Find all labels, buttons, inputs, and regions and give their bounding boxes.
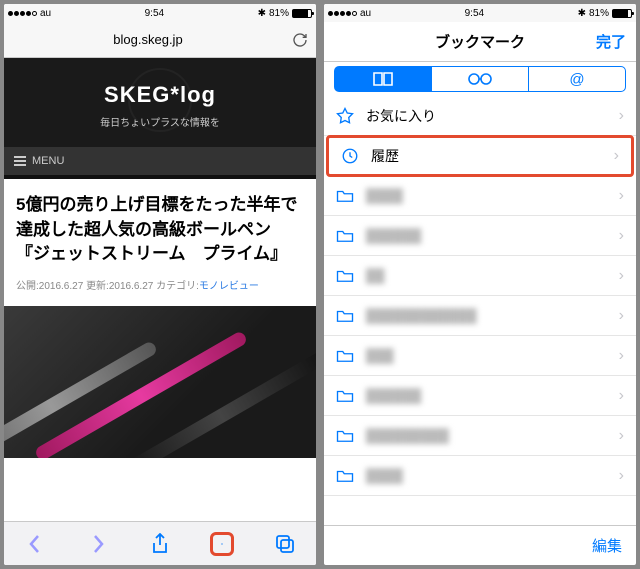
edit-button[interactable]: 編集 <box>592 535 622 556</box>
carrier-label: au <box>360 8 371 19</box>
carrier-label: au <box>40 8 51 19</box>
chevron-right-icon: › <box>614 147 619 165</box>
chevron-right-icon: › <box>619 187 624 205</box>
row-label: ██████ <box>366 228 421 243</box>
share-icon[interactable] <box>148 532 172 556</box>
url-field[interactable]: blog.skeg.jp <box>12 32 284 47</box>
folder-icon <box>336 468 354 484</box>
tab-reading-list[interactable] <box>432 66 528 92</box>
battery-pct: 81% <box>269 8 289 19</box>
row-folder[interactable]: █████████ › <box>324 416 636 456</box>
row-label: ███ <box>366 348 394 363</box>
chevron-right-icon: › <box>619 307 624 325</box>
clock: 9:54 <box>145 8 164 19</box>
site-tagline: 毎日ちょいプラスな情報を <box>4 114 316 129</box>
phone-right-bookmarks: au 9:54 ✱ 81% ブックマーク 完了 @ お気に入り › <box>324 4 636 565</box>
folder-icon <box>336 348 354 364</box>
chevron-right-icon: › <box>619 347 624 365</box>
status-bar: au 9:54 ✱ 81% <box>4 4 316 22</box>
row-label: ████ <box>366 468 403 483</box>
row-favorites[interactable]: お気に入り › <box>324 96 636 136</box>
row-folder[interactable]: ████████████ › <box>324 296 636 336</box>
forward-icon[interactable] <box>86 532 110 556</box>
article-title[interactable]: 5億円の売り上げ目標をたった半年で達成した超人気の高級ボールペン『ジェットストリ… <box>16 193 304 267</box>
chevron-right-icon: › <box>619 227 624 245</box>
tabs-icon[interactable] <box>273 532 297 556</box>
chevron-right-icon: › <box>619 467 624 485</box>
article-meta: 公開:2016.6.27 更新:2016.6.27 カテゴリ:モノレビュー <box>16 277 304 292</box>
row-folder[interactable]: ███ › <box>324 336 636 376</box>
safari-toolbar <box>4 521 316 565</box>
folder-icon <box>336 428 354 444</box>
clock: 9:54 <box>465 8 484 19</box>
row-history[interactable]: 履歴 › <box>326 135 634 177</box>
row-label: ████ <box>366 188 403 203</box>
done-button[interactable]: 完了 <box>596 31 626 52</box>
bookmarks-icon[interactable] <box>210 532 234 556</box>
chevron-right-icon: › <box>619 107 624 125</box>
row-folder[interactable]: ████ › <box>324 456 636 496</box>
reload-icon[interactable] <box>292 32 308 48</box>
tab-bookmarks[interactable] <box>334 66 432 92</box>
clock-icon <box>341 147 359 165</box>
battery-pct: 81% <box>589 8 609 19</box>
chevron-right-icon: › <box>619 427 624 445</box>
row-folder[interactable]: ████ › <box>324 176 636 216</box>
signal-dots-icon <box>328 11 357 16</box>
phone-left-safari-page: au 9:54 ✱ 81% blog.skeg.jp SKEG*log 毎日ちょ… <box>4 4 316 565</box>
folder-icon <box>336 308 354 324</box>
row-label: 履歴 <box>371 146 399 166</box>
article-image <box>4 306 316 458</box>
site-menu-bar[interactable]: MENU <box>4 147 316 179</box>
article: 5億円の売り上げ目標をたった半年で達成した超人気の高級ボールペン『ジェットストリ… <box>4 179 316 298</box>
hamburger-icon[interactable] <box>14 156 26 166</box>
nav-bar: ブックマーク 完了 <box>324 22 636 62</box>
row-label: ██ <box>366 268 384 283</box>
bottom-bar: 編集 <box>324 525 636 565</box>
chevron-right-icon: › <box>619 267 624 285</box>
signal-dots-icon <box>8 11 37 16</box>
back-icon[interactable] <box>23 532 47 556</box>
tab-shared-links[interactable]: @ <box>528 66 626 92</box>
folder-icon <box>336 228 354 244</box>
page-title: ブックマーク <box>435 31 525 52</box>
battery-icon <box>612 9 632 18</box>
row-folder[interactable]: ██████ › <box>324 216 636 256</box>
star-icon <box>336 107 354 125</box>
status-bar: au 9:54 ✱ 81% <box>324 4 636 22</box>
battery-icon <box>292 9 312 18</box>
menu-label: MENU <box>32 155 64 167</box>
bluetooth-icon: ✱ <box>578 8 586 19</box>
category-link[interactable]: モノレビュー <box>199 281 259 292</box>
segmented-control[interactable]: @ <box>324 62 636 96</box>
folder-icon <box>336 268 354 284</box>
folder-icon <box>336 388 354 404</box>
row-label: ████████████ <box>366 308 477 323</box>
row-label: ██████ <box>366 388 421 403</box>
folder-icon <box>336 188 354 204</box>
row-label: お気に入り <box>366 106 436 126</box>
chevron-right-icon: › <box>619 387 624 405</box>
site-title: SKEG*log <box>4 82 316 108</box>
row-label: █████████ <box>366 428 449 443</box>
bluetooth-icon: ✱ <box>258 8 266 19</box>
row-folder[interactable]: ██ › <box>324 256 636 296</box>
row-folder[interactable]: ██████ › <box>324 376 636 416</box>
site-header: SKEG*log 毎日ちょいプラスな情報を <box>4 58 316 147</box>
bookmark-list: お気に入り › 履歴 › ████› ██████› ██› █████████… <box>324 96 636 525</box>
address-bar[interactable]: blog.skeg.jp <box>4 22 316 58</box>
